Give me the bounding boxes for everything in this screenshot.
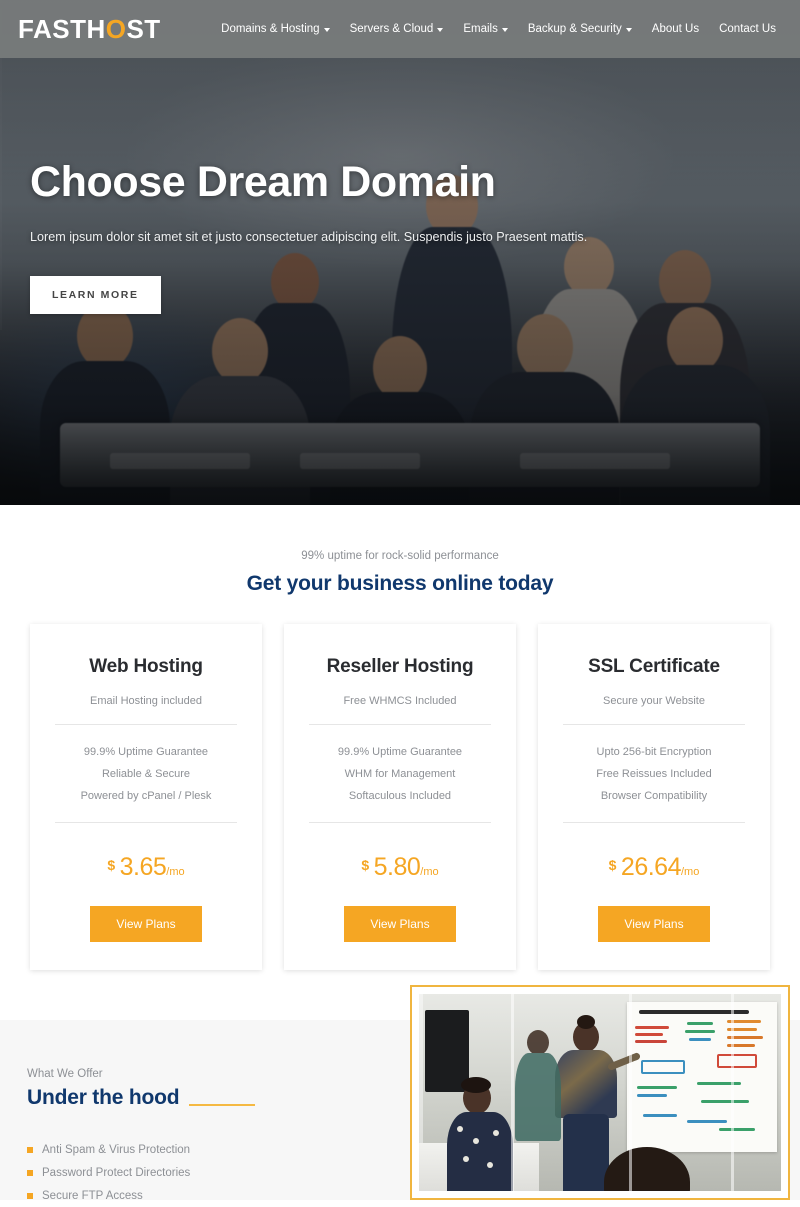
price-amount: 3.65 [119,853,167,881]
hood-title-row: Under the hood [27,1086,256,1110]
hood-list-item: Anti Spam & Virus Protection [27,1138,190,1161]
square-bullet-icon [27,1146,33,1153]
card-feature: Upto 256-bit Encryption [596,746,712,758]
card-tagline: Secure your Website [603,695,705,707]
hood-photo-frame [410,985,790,1200]
pricing-card-list: Web Hosting Email Hosting included 99.9%… [30,624,770,970]
nav-label: Domains & Hosting [221,23,320,35]
hood-title-underline [189,1103,256,1106]
hero-title: Choose Dream Domain [30,158,496,206]
card-divider [309,724,491,725]
logo-part1: FASTH [18,14,106,44]
card-feature: WHM for Management [344,768,456,780]
card-price: $ 5.80/mo [304,855,496,880]
hood-list-item: Secure FTP Access [27,1184,190,1207]
learn-more-button[interactable]: LEARN MORE [30,276,161,315]
card-tagline: Free WHMCS Included [343,695,457,707]
pricing-eyebrow: 99% uptime for rock-solid performance [301,550,499,562]
nav-label: Contact Us [719,23,776,35]
card-feature: 99.9% Uptime Guarantee [83,746,209,758]
main-navigation: Domains & Hosting Servers & Cloud Emails… [211,17,786,41]
hood-item-label: Anti Spam & Virus Protection [42,1143,191,1156]
site-logo[interactable]: FASTHOST [18,16,161,42]
pricing-card-reseller-hosting[interactable]: Reseller Hosting Free WHMCS Included 99.… [284,624,516,970]
hood-list-item: Password Protect Directories [27,1161,190,1184]
card-title: Reseller Hosting [326,656,474,677]
pricing-card-web-hosting[interactable]: Web Hosting Email Hosting included 99.9%… [30,624,262,970]
view-plans-button[interactable]: View Plans [90,906,202,942]
view-plans-button[interactable]: View Plans [344,906,456,942]
square-bullet-icon [27,1169,33,1176]
hood-item-label: Password Protect Directories [42,1166,191,1179]
price-period: /mo [680,866,700,878]
nav-item-emails[interactable]: Emails [453,17,518,41]
card-divider [55,822,237,823]
card-title: SSL Certificate [588,656,720,677]
price-amount: 5.80 [373,853,421,881]
card-feature: Browser Compatibility [600,790,708,802]
chevron-down-icon [323,28,330,32]
card-title: Web Hosting [89,656,203,677]
nav-label: Servers & Cloud [349,23,434,35]
hood-feature-list: Anti Spam & Virus Protection Password Pr… [27,1138,190,1207]
card-feature: Reliable & Secure [101,768,191,780]
logo-part2: ST [126,14,161,44]
nav-item-domains-hosting[interactable]: Domains & Hosting [211,17,339,41]
logo-accent-o: O [105,14,127,44]
price-currency: $ [107,857,116,873]
price-period: /mo [420,866,439,878]
nav-item-contact-us[interactable]: Contact Us [709,17,786,41]
card-feature: 99.9% Uptime Guarantee [337,746,463,758]
card-feature: Powered by cPanel / Plesk [80,790,212,802]
pricing-card-ssl-certificate[interactable]: SSL Certificate Secure your Website Upto… [538,624,770,970]
card-feature-list: 99.9% Uptime Guarantee Reliable & Secure… [50,741,242,807]
hood-title: Under the hood [27,1086,180,1109]
chevron-down-icon [501,28,508,32]
hood-photo-image [419,994,781,1191]
square-bullet-icon [27,1192,33,1199]
price-amount: 26.64 [620,853,682,881]
chevron-down-icon [437,28,444,32]
site-header: FASTHOST Domains & Hosting Servers & Clo… [0,0,800,58]
nav-item-about-us[interactable]: About Us [642,17,709,41]
card-feature-list: Upto 256-bit Encryption Free Reissues In… [558,741,750,807]
nav-label: Emails [463,23,498,35]
card-divider [55,724,237,725]
hero-subtitle: Lorem ipsum dolor sit amet sit et justo … [30,229,588,244]
nav-label: About Us [651,23,700,35]
card-feature: Free Reissues Included [596,768,712,780]
chevron-down-icon [625,28,632,32]
card-divider [563,822,745,823]
card-divider [309,822,491,823]
nav-item-backup-security[interactable]: Backup & Security [518,17,642,41]
card-divider [563,724,745,725]
card-price: $ 26.64/mo [558,855,750,880]
card-tagline: Email Hosting included [90,695,202,707]
nav-label: Backup & Security [527,23,622,35]
nav-item-servers-cloud[interactable]: Servers & Cloud [340,17,454,41]
pricing-section: 99% uptime for rock-solid performance Ge… [0,505,800,1020]
pricing-title: Get your business online today [246,572,554,595]
hood-eyebrow: What We Offer [27,1068,103,1080]
view-plans-button[interactable]: View Plans [598,906,710,942]
price-currency: $ [608,857,617,873]
price-currency: $ [361,857,370,873]
card-price: $ 3.65/mo [50,855,242,880]
price-period: /mo [166,866,185,878]
card-feature-list: 99.9% Uptime Guarantee WHM for Managemen… [304,741,496,807]
card-feature: Softaculous Included [348,790,452,802]
hero-banner: Choose Dream Domain Lorem ipsum dolor si… [0,0,800,505]
